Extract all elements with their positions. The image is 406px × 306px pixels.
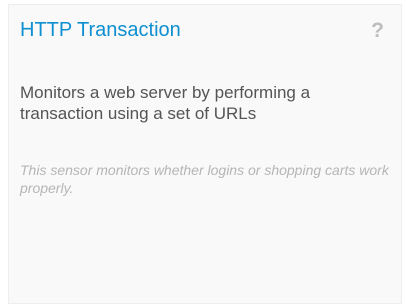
sensor-title[interactable]: HTTP Transaction xyxy=(20,19,181,42)
sensor-card[interactable]: HTTP Transaction ? Monitors a web server… xyxy=(8,4,402,304)
sensor-note: This sensor monitors whether logins or s… xyxy=(20,162,389,196)
sensor-description: Monitors a web server by performing a tr… xyxy=(20,83,311,123)
help-question-icon[interactable]: ? xyxy=(371,20,384,41)
